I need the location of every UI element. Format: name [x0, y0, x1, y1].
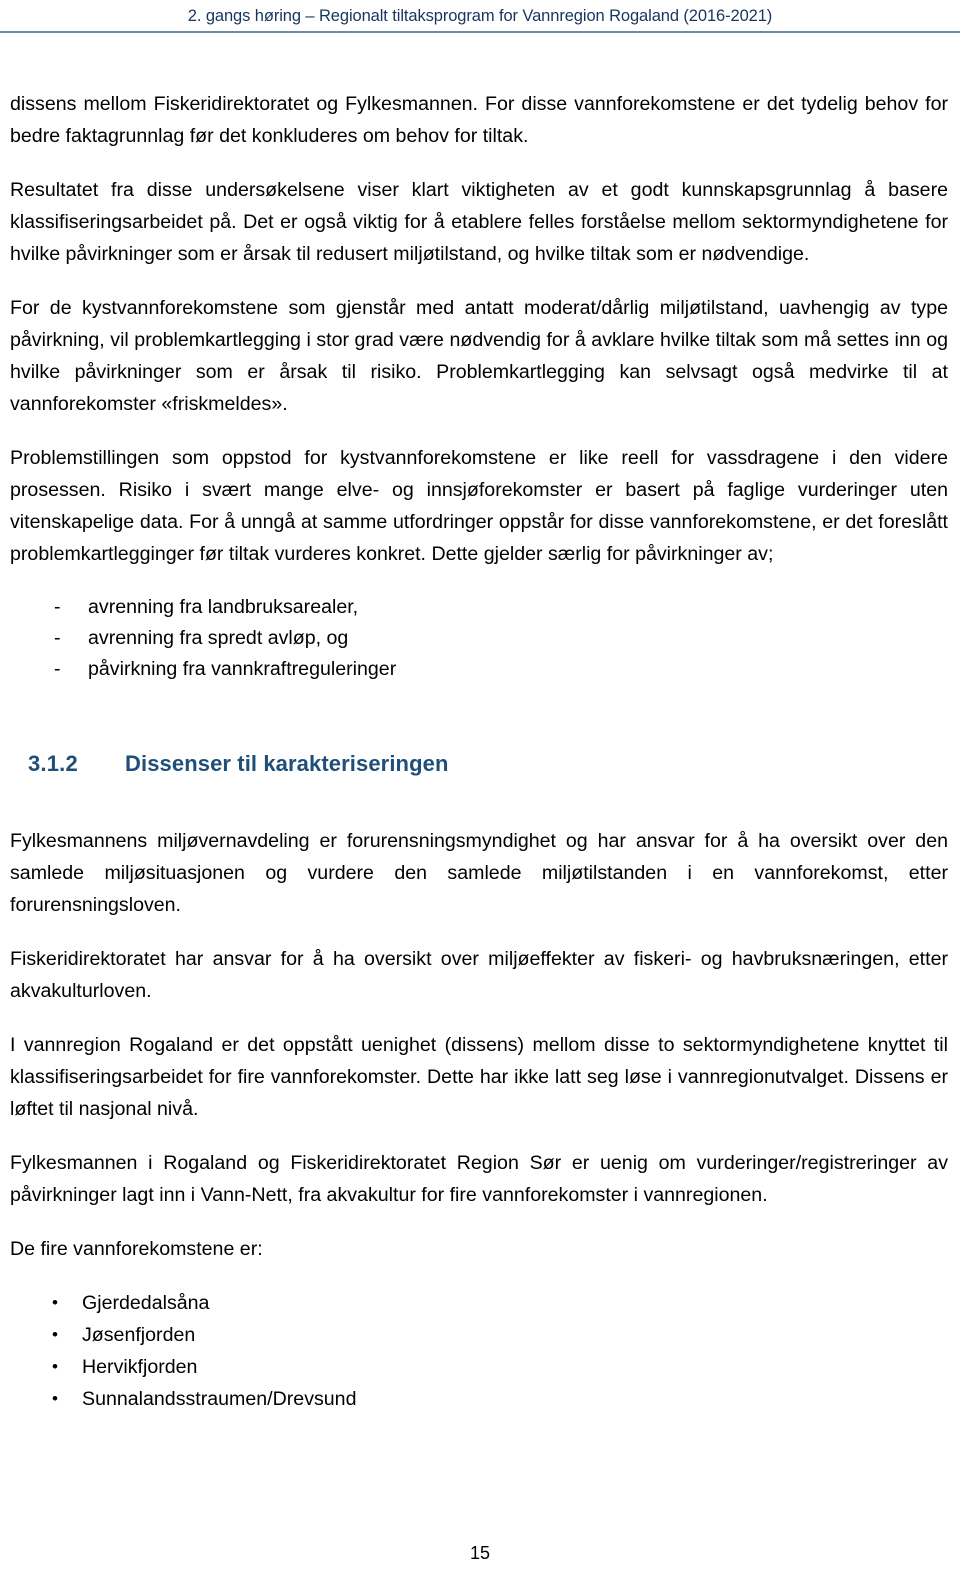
dash-marker-icon: - — [54, 658, 61, 680]
dash-marker-icon: - — [54, 627, 61, 649]
paragraph-fylkesmannen-fiskeridirektoratet-uenig: Fylkesmannen i Rogaland og Fiskeridirekt… — [10, 1152, 948, 1206]
paragraph-fiskeridirektoratet-ansvar: Fiskeridirektoratet har ansvar for å ha … — [10, 948, 948, 1002]
list-item: - avrenning fra spredt avløp, og — [10, 623, 948, 654]
paragraph-dissens-intro: dissens mellom Fiskeridirektoratet og Fy… — [10, 93, 948, 147]
list-item: - avrenning fra landbruksarealer, — [10, 592, 948, 623]
document-footer: 15 — [0, 1543, 960, 1564]
list-item: • Sunnalandsstraumen/Drevsund — [10, 1383, 948, 1415]
list-item: • Hervikfjorden — [10, 1351, 948, 1383]
bullet-marker-icon: • — [52, 1389, 58, 1408]
document-header: 2. gangs høring – Regionalt tiltaksprogr… — [0, 0, 960, 34]
list-item-label: avrenning fra landbruksarealer, — [88, 596, 359, 618]
section-heading-title: Dissenser til karakteriseringen — [125, 751, 449, 776]
list-item-label: Jøsenfjorden — [82, 1324, 196, 1346]
section-heading-3-1-2: 3.1.2 Dissenser til karakteriseringen — [10, 719, 948, 777]
header-title: 2. gangs høring – Regionalt tiltaksprogr… — [187, 7, 773, 25]
page-number: 15 — [469, 1543, 491, 1563]
paragraph-problemstillingen: Problemstillingen som oppstod for kystva… — [10, 447, 948, 565]
bullet-list-vannforekomster: • Gjerdedalsåna • Jøsenfjorden • Hervikf… — [10, 1287, 948, 1415]
document-body: dissens mellom Fiskeridirektoratet og Fy… — [10, 88, 948, 1415]
paragraph-de-fire-vannforekomstene: De fire vannforekomstene er: — [10, 1238, 263, 1260]
paragraph-fylkesmannens-miljovernavdeling: Fylkesmannens miljøvernavdeling er forur… — [10, 830, 948, 916]
list-item-label: avrenning fra spredt avløp, og — [88, 627, 349, 649]
bullet-marker-icon: • — [52, 1357, 58, 1376]
section-heading-number: 3.1.2 — [28, 751, 78, 776]
paragraph-resultatet: Resultatet fra disse undersøkelsene vise… — [10, 179, 948, 265]
bullet-marker-icon: • — [52, 1325, 58, 1344]
dash-list-paavirkninger: - avrenning fra landbruksarealer, - avre… — [10, 592, 948, 685]
list-item: • Jøsenfjorden — [10, 1319, 948, 1351]
list-item-label: Sunnalandsstraumen/Drevsund — [82, 1388, 357, 1410]
list-item-label: Hervikfjorden — [82, 1356, 198, 1378]
bullet-marker-icon: • — [52, 1293, 58, 1312]
header-divider-rule — [0, 31, 960, 33]
document-page: 2. gangs høring – Regionalt tiltaksprogr… — [0, 0, 960, 1584]
list-item-label: påvirkning fra vannkraftreguleringer — [88, 658, 397, 680]
list-item: • Gjerdedalsåna — [10, 1287, 948, 1319]
list-item: - påvirkning fra vannkraftreguleringer — [10, 654, 948, 685]
dash-marker-icon: - — [54, 596, 61, 618]
paragraph-vannregion-rogaland-uenighet: I vannregion Rogaland er det oppstått ue… — [10, 1034, 948, 1120]
list-item-label: Gjerdedalsåna — [82, 1292, 210, 1314]
paragraph-kystvannforekomstene: For de kystvannforekomstene som gjenstår… — [10, 297, 948, 415]
